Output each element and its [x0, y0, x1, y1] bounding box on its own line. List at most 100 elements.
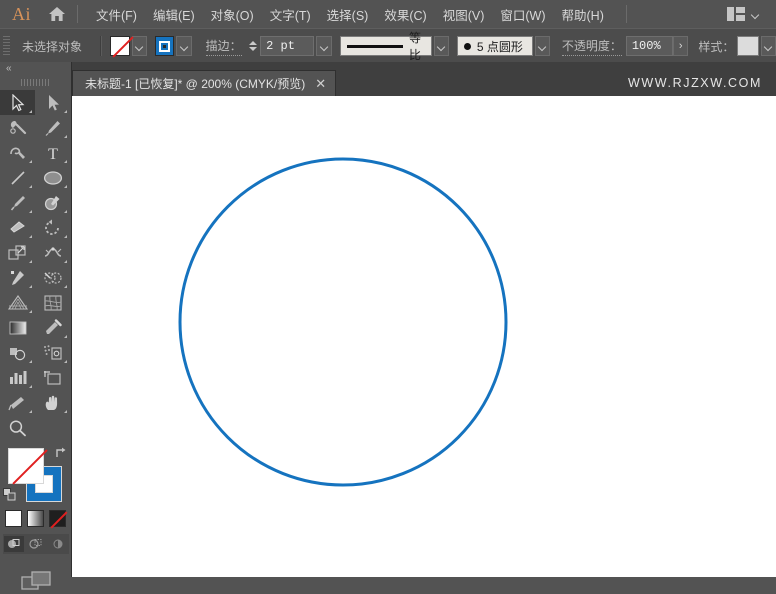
watermark-text: WWW.RJZXW.COM — [628, 76, 762, 90]
canvas-artwork — [178, 157, 508, 487]
graphic-style-swatch[interactable] — [737, 36, 759, 56]
tool-empty-slot — [35, 415, 70, 440]
default-fill-stroke-icon[interactable] — [3, 488, 17, 505]
home-icon[interactable] — [47, 5, 67, 23]
stepper-down-icon[interactable] — [249, 47, 258, 51]
tool-eraser[interactable] — [0, 215, 35, 240]
control-bar-grip[interactable] — [3, 36, 11, 56]
screen-mode-button[interactable] — [0, 568, 71, 594]
draw-behind-button[interactable] — [26, 536, 46, 552]
brush-definition-dropdown[interactable] — [534, 36, 550, 56]
tool-width[interactable] — [35, 240, 70, 265]
color-mode-button[interactable] — [5, 510, 22, 527]
draw-normal-button[interactable] — [4, 536, 24, 552]
fill-dropdown[interactable] — [131, 36, 147, 56]
tool-line-segment[interactable] — [0, 165, 35, 190]
tool-scale[interactable] — [0, 240, 35, 265]
brush-definition-combo[interactable]: 5 点圆形 — [456, 36, 533, 56]
tool-type[interactable]: T — [35, 140, 70, 165]
chevron-down-icon — [437, 42, 446, 51]
stroke-profile-combo[interactable]: 等比 — [339, 31, 432, 62]
tool-group-indicator — [64, 410, 67, 413]
menu-bar: Ai 文件(F) 编辑(E) 对象(O) 文字(T) 选择(S) 效果(C) 视… — [0, 0, 776, 28]
tool-free-transform[interactable] — [0, 265, 35, 290]
menu-item-edit[interactable]: 编辑(E) — [145, 1, 203, 28]
circle-shape[interactable] — [178, 157, 508, 487]
tool-group-indicator — [64, 160, 67, 163]
stroke-profile-dropdown[interactable] — [433, 36, 449, 56]
tool-direct-selection[interactable] — [35, 90, 70, 115]
tool-zoom[interactable] — [0, 415, 35, 440]
tool-perspective-grid[interactable] — [0, 290, 35, 315]
selection-status: 未选择对象 — [22, 39, 83, 54]
tool-gradient[interactable] — [0, 315, 35, 340]
tool-eyedropper[interactable] — [35, 315, 70, 340]
tool-blend[interactable] — [0, 340, 35, 365]
color-controls — [0, 444, 72, 506]
opacity-label: 不透明度： — [561, 37, 622, 56]
tool-group-indicator — [29, 360, 32, 363]
stroke-weight-dropdown[interactable] — [316, 36, 332, 56]
tool-rotate[interactable] — [35, 215, 70, 240]
tool-mesh[interactable] — [35, 290, 70, 315]
menu-divider — [77, 5, 78, 23]
document-tab-title: 未标题-1 [已恢复]* @ 200% (CMYK/预览) — [85, 77, 306, 91]
artboard-canvas[interactable] — [72, 96, 776, 577]
tools-panel-grip[interactable] — [20, 79, 51, 86]
tools-panel-header[interactable]: « — [0, 62, 71, 76]
tool-group-indicator — [64, 110, 67, 113]
document-tab[interactable]: 未标题-1 [已恢复]* @ 200% (CMYK/预览) ✕ — [72, 70, 337, 96]
tool-hand[interactable] — [35, 390, 70, 415]
tool-group-indicator — [64, 135, 67, 138]
close-icon[interactable]: ✕ — [315, 77, 326, 90]
tool-group-indicator — [29, 110, 32, 113]
screen-mode-icon — [20, 571, 51, 590]
menu-item-window[interactable]: 窗口(W) — [492, 1, 553, 28]
tool-magic-wand[interactable] — [0, 115, 35, 140]
workspace-switcher[interactable] — [721, 4, 766, 24]
svg-text:T: T — [48, 146, 58, 162]
collapse-panel-icon[interactable]: « — [6, 64, 11, 74]
brush-definition-label: 5 点圆形 — [476, 39, 523, 54]
tool-paintbrush[interactable] — [0, 190, 35, 215]
stepper-up-icon[interactable] — [249, 41, 258, 45]
menu-item-select[interactable]: 选择(S) — [319, 1, 377, 28]
stroke-color-dropdown[interactable] — [176, 36, 192, 56]
tool-curvature[interactable] — [0, 140, 35, 165]
gradient-mode-button[interactable] — [27, 510, 44, 527]
tool-selection[interactable] — [0, 90, 35, 115]
fill-color-box[interactable] — [8, 448, 44, 484]
tool-slice[interactable] — [0, 390, 35, 415]
menu-item-type[interactable]: 文字(T) — [262, 1, 319, 28]
fill-swatch[interactable] — [109, 36, 130, 56]
stroke-weight-input[interactable]: 2 pt — [260, 36, 315, 56]
none-mode-button[interactable] — [49, 510, 66, 527]
tool-column-graph[interactable] — [0, 365, 35, 390]
menu-item-help[interactable]: 帮助(H) — [554, 1, 612, 28]
tool-group-indicator — [29, 235, 32, 238]
tool-pen[interactable] — [35, 115, 70, 140]
graphic-style-dropdown[interactable] — [760, 36, 776, 56]
tool-group-indicator — [29, 310, 32, 313]
document-tab-bar: 未标题-1 [已恢复]* @ 200% (CMYK/预览) ✕ WWW.RJZX… — [0, 62, 776, 96]
draw-inside-button[interactable] — [48, 536, 68, 552]
tool-artboard[interactable] — [35, 365, 70, 390]
stroke-color-swatch[interactable] — [154, 36, 175, 56]
color-mode-buttons — [0, 510, 71, 527]
tool-shape-builder[interactable] — [35, 265, 70, 290]
opacity-input[interactable]: 100% — [625, 36, 674, 56]
stroke-weight-stepper[interactable] — [248, 36, 259, 56]
tool-ellipse[interactable] — [35, 165, 70, 190]
tool-symbol-sprayer[interactable] — [35, 340, 70, 365]
swap-fill-stroke-icon[interactable] — [54, 446, 68, 463]
chevron-down-icon — [320, 42, 329, 51]
opacity-flyout-button[interactable]: › — [673, 36, 689, 56]
menu-item-view[interactable]: 视图(V) — [435, 1, 493, 28]
tool-shaper[interactable] — [35, 190, 70, 215]
menu-item-file[interactable]: 文件(F) — [88, 1, 145, 28]
stroke-profile-label: 等比 — [408, 31, 421, 62]
brush-icon — [463, 42, 471, 50]
menu-item-effect[interactable]: 效果(C) — [376, 1, 434, 28]
menu-item-object[interactable]: 对象(O) — [203, 1, 262, 28]
chevron-down-icon — [135, 42, 144, 51]
